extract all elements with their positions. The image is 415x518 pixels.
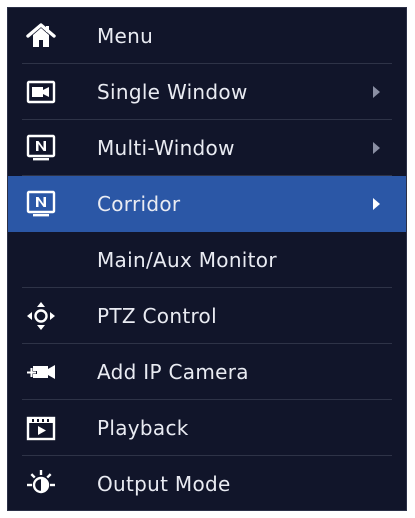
single-window-icon <box>24 75 58 109</box>
ptz-control-icon <box>24 299 58 333</box>
menu-item-multi-window[interactable]: Multi-Window <box>8 120 406 176</box>
menu-item-label: Corridor <box>97 192 181 216</box>
chevron-right-icon <box>373 198 380 210</box>
home-icon <box>24 19 58 53</box>
chevron-right-icon <box>373 142 380 154</box>
context-menu: Menu Single Window Multi-Window Corridor… <box>7 7 407 511</box>
menu-item-ptz-control[interactable]: PTZ Control <box>8 288 406 344</box>
menu-item-playback[interactable]: Playback <box>8 400 406 456</box>
menu-item-label: Menu <box>97 24 154 48</box>
menu-item-single-window[interactable]: Single Window <box>8 64 406 120</box>
menu-item-main-aux-monitor[interactable]: Main/Aux Monitor <box>8 232 406 288</box>
menu-item-label: Add IP Camera <box>97 360 249 384</box>
menu-item-label: Single Window <box>97 80 248 104</box>
menu-item-menu[interactable]: Menu <box>8 8 406 64</box>
output-mode-icon <box>24 467 58 501</box>
corridor-icon <box>24 187 58 221</box>
menu-item-label: Output Mode <box>97 472 231 496</box>
multi-window-icon <box>24 131 58 165</box>
playback-icon <box>24 411 58 445</box>
menu-item-output-mode[interactable]: Output Mode <box>8 456 406 512</box>
menu-item-label: Main/Aux Monitor <box>97 248 277 272</box>
chevron-right-icon <box>373 86 380 98</box>
menu-item-label: Multi-Window <box>97 136 235 160</box>
menu-item-label: PTZ Control <box>97 304 217 328</box>
menu-item-add-ip-camera[interactable]: Add IP Camera <box>8 344 406 400</box>
add-ip-camera-icon <box>24 355 58 389</box>
menu-item-label: Playback <box>97 416 189 440</box>
menu-item-corridor[interactable]: Corridor <box>8 176 406 232</box>
